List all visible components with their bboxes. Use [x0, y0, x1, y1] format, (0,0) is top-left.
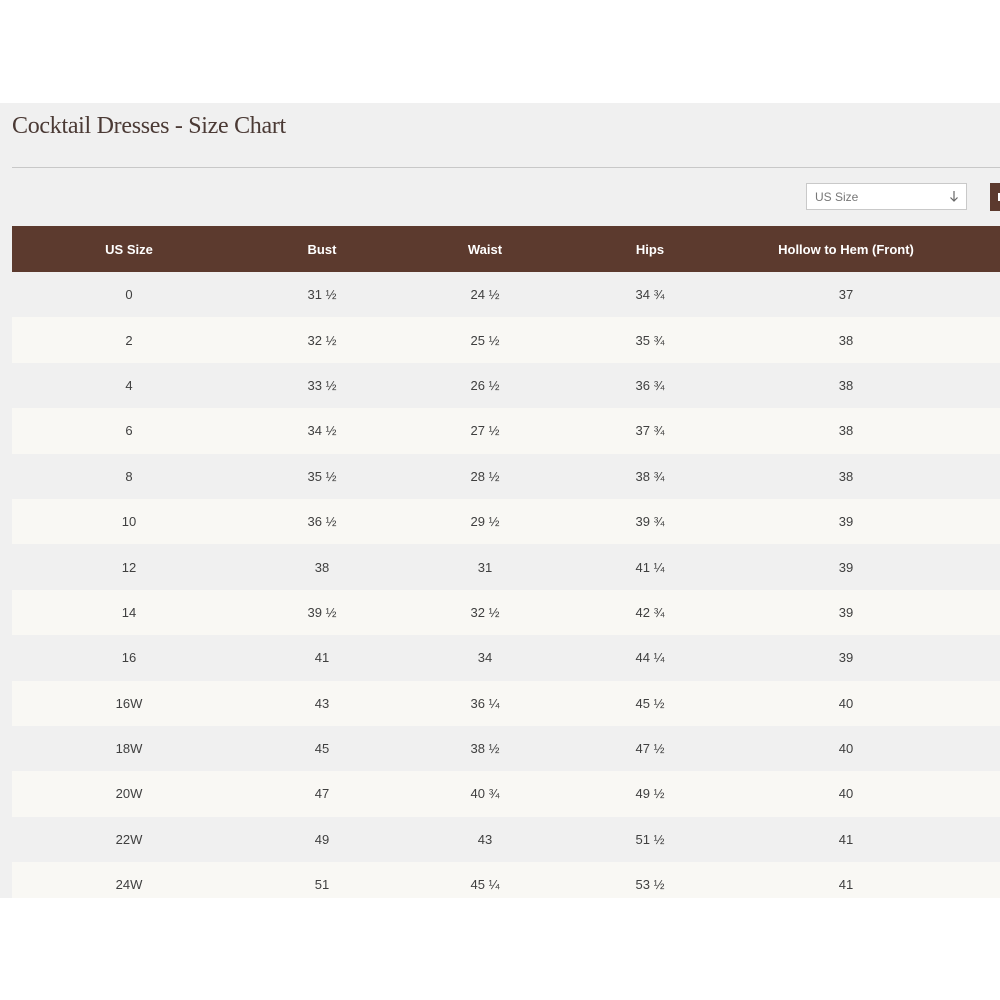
cell-hollow-to-hem: 39 — [838, 650, 854, 666]
cell-hips: 42 ¾ — [635, 604, 665, 620]
table-row: 18W 45 38 ½ 47 ½ 40 — [12, 725, 1000, 772]
title-divider — [12, 167, 1000, 168]
table-row: 12 38 31 41 ¼ 39 — [12, 544, 1000, 590]
cell-bust: 38 — [314, 559, 330, 575]
cell-hollow-to-hem: 41 — [838, 831, 854, 847]
cell-hips: 44 ¼ — [635, 650, 665, 666]
cell-hips: 47 ½ — [635, 741, 665, 757]
cell-us-size: 2 — [125, 332, 133, 348]
cell-hips: 36 ¾ — [635, 377, 665, 393]
size-system-select[interactable]: US Size — [806, 183, 967, 210]
cell-hollow-to-hem: 38 — [838, 377, 854, 393]
cell-hollow-to-hem: 41 — [838, 877, 854, 893]
cell-waist: 24 ½ — [470, 287, 500, 303]
cell-bust: 36 ½ — [307, 514, 337, 530]
cell-hollow-to-hem: 40 — [838, 695, 854, 711]
table-row: 4 33 ½ 26 ½ 36 ¾ 38 — [12, 362, 1000, 409]
cell-us-size: 8 — [125, 468, 133, 484]
cell-waist: 28 ½ — [470, 468, 500, 484]
cell-us-size: 4 — [125, 377, 133, 393]
cell-hollow-to-hem: 40 — [838, 741, 854, 757]
cell-bust: 31 ½ — [307, 287, 337, 303]
cell-waist: 34 — [477, 650, 493, 666]
cell-us-size: 20W — [115, 786, 143, 802]
table-header-row: US Size Bust Waist Hips Hollow to Hem (Front… — [12, 226, 1000, 272]
table-row: 10 36 ½ 29 ½ 39 ¾ 39 — [12, 498, 1000, 545]
cell-waist: 38 ½ — [470, 741, 500, 757]
cell-bust: 39 ½ — [307, 604, 337, 620]
table-row: 14 39 ½ 32 ½ 42 ¾ 39 — [12, 589, 1000, 636]
cell-hollow-to-hem: 38 — [838, 423, 854, 439]
table-row: 22W 49 43 51 ½ 41 — [12, 816, 1000, 863]
cell-waist: 31 — [477, 559, 493, 575]
cell-waist: 36 ¼ — [470, 695, 500, 711]
cell-us-size: 16W — [115, 695, 143, 711]
table-row: 24W 51 45 ¼ 53 ½ 41 — [12, 862, 1000, 898]
size-chart-table: US Size Bust Waist Hips Hollow to Hem (Front… — [12, 226, 1000, 898]
cell-us-size: 12 — [121, 559, 137, 575]
cell-us-size: 14 — [121, 604, 137, 620]
cell-hips: 34 ¾ — [635, 287, 665, 303]
cell-hollow-to-hem: 37 — [838, 287, 854, 303]
table-row: 0 31 ½ 24 ½ 34 ¾ 37 — [12, 272, 1000, 318]
cell-hollow-to-hem: 38 — [838, 332, 854, 348]
cell-hollow-to-hem: 39 — [838, 604, 854, 620]
column-header-waist: Waist — [467, 241, 503, 257]
size-system-select-value: US Size — [815, 190, 859, 204]
column-header-us-size: US Size — [105, 241, 153, 257]
table-row: 16W 43 36 ¼ 45 ½ 40 — [12, 680, 1000, 726]
cell-hollow-to-hem: 40 — [838, 786, 854, 802]
cell-us-size: 6 — [125, 423, 133, 439]
cell-hips: 37 ¾ — [635, 423, 665, 439]
cell-hollow-to-hem: 38 — [838, 468, 854, 484]
cell-waist: 40 ¾ — [470, 786, 500, 802]
cell-hips: 39 ¾ — [635, 514, 665, 530]
table-row: 16 41 34 44 ¼ 39 — [12, 635, 1000, 681]
table-body: 0 31 ½ 24 ½ 34 ¾ 37 2 32 ½ 25 ½ 35 ¾ 38 4 33 ½ 26 ½ 3… — [12, 272, 1000, 898]
page-title: Cocktail Dresses - Size Chart — [12, 113, 286, 139]
cell-waist: 45 ¼ — [470, 877, 500, 893]
cell-bust: 45 — [314, 741, 330, 757]
cell-us-size: 24W — [115, 877, 143, 893]
cell-hips: 38 ¾ — [635, 468, 665, 484]
cell-hips: 45 ½ — [635, 695, 665, 711]
column-header-hips: Hips — [635, 241, 665, 257]
cell-waist: 25 ½ — [470, 332, 500, 348]
size-chart-panel: Cocktail Dresses - Size Chart US Size US… — [0, 103, 1000, 898]
cell-waist: 26 ½ — [470, 377, 500, 393]
table-row: 6 34 ½ 27 ½ 37 ¾ 38 — [12, 408, 1000, 454]
cell-hips: 41 ¼ — [635, 559, 665, 575]
cell-hollow-to-hem: 39 — [838, 559, 854, 575]
column-header-hollow-to-hem: Hollow to Hem (Front) — [778, 241, 914, 257]
cell-us-size: 18W — [115, 741, 143, 757]
cell-bust: 35 ½ — [307, 468, 337, 484]
cell-bust: 32 ½ — [307, 332, 337, 348]
column-header-bust: Bust — [307, 241, 337, 257]
cell-bust: 47 — [314, 786, 330, 802]
unit-toggle-button[interactable] — [990, 183, 1000, 211]
cell-us-size: 22W — [115, 831, 143, 847]
cell-waist: 27 ½ — [470, 423, 500, 439]
arrow-down-icon — [950, 191, 958, 202]
cell-us-size: 10 — [121, 514, 137, 530]
cell-us-size: 0 — [125, 287, 133, 303]
cell-bust: 33 ½ — [307, 377, 337, 393]
cell-bust: 34 ½ — [307, 423, 337, 439]
cell-us-size: 16 — [121, 650, 137, 666]
cell-bust: 49 — [314, 831, 330, 847]
cell-waist: 32 ½ — [470, 604, 500, 620]
cell-waist: 29 ½ — [470, 514, 500, 530]
cell-hips: 51 ½ — [635, 831, 665, 847]
cell-waist: 43 — [477, 831, 493, 847]
cell-hips: 49 ½ — [635, 786, 665, 802]
table-row: 20W 47 40 ¾ 49 ½ 40 — [12, 771, 1000, 817]
cell-hips: 53 ½ — [635, 877, 665, 893]
cell-hips: 35 ¾ — [635, 332, 665, 348]
cell-bust: 41 — [314, 650, 330, 666]
cell-bust: 51 — [314, 877, 330, 893]
cell-bust: 43 — [314, 695, 330, 711]
cell-hollow-to-hem: 39 — [838, 514, 854, 530]
table-row: 2 32 ½ 25 ½ 35 ¾ 38 — [12, 317, 1000, 363]
table-row: 8 35 ½ 28 ½ 38 ¾ 38 — [12, 453, 1000, 499]
